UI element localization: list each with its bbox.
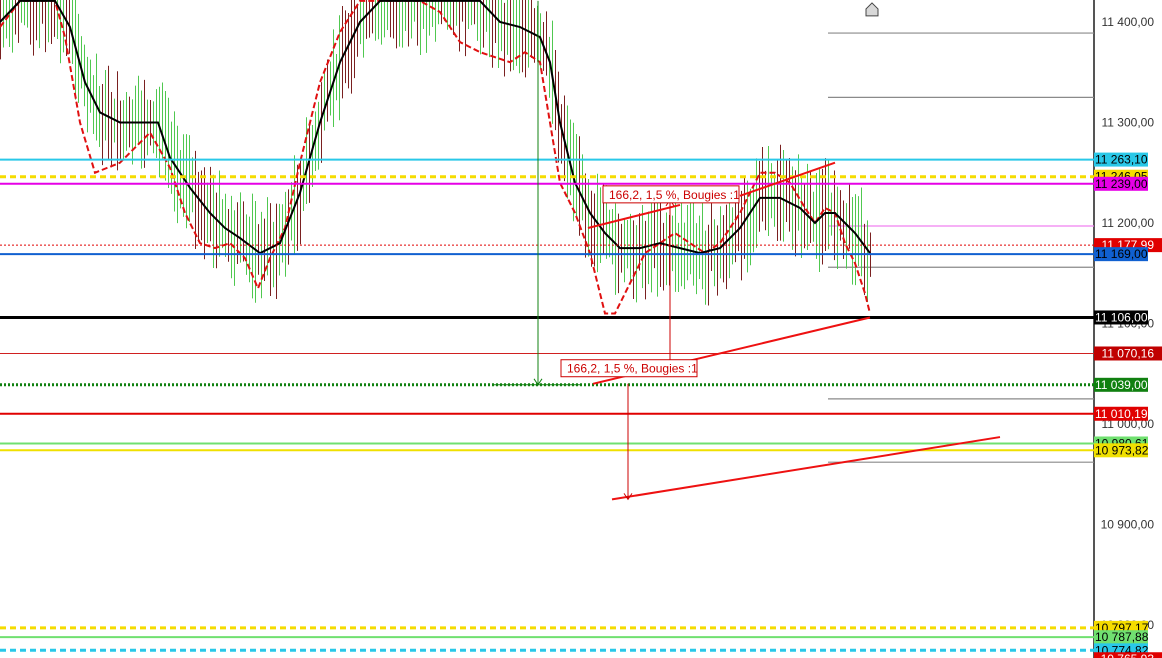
price-label: 11 169,00 bbox=[1095, 247, 1148, 261]
y-tick-label: 10 900,00 bbox=[1101, 518, 1155, 532]
chart-canvas[interactable]: 11 400,0011 300,0011 200,0011 100,0011 0… bbox=[0, 0, 1162, 658]
price-label: 10 787,88 bbox=[1095, 630, 1149, 644]
annotation-text: 166,2, 1,5 %, Bougies :1 bbox=[567, 362, 698, 376]
price-label: 11 070,16 bbox=[1102, 346, 1155, 360]
price-label: 11 039,00 bbox=[1095, 378, 1148, 392]
price-label: 10 765,93 bbox=[1101, 652, 1155, 658]
price-label: 10 973,82 bbox=[1095, 443, 1149, 457]
annotation-text: 166,2, 1,5 %, Bougies :1 bbox=[609, 188, 740, 202]
y-tick-label: 11 300,00 bbox=[1102, 116, 1155, 130]
y-tick-label: 11 400,00 bbox=[1102, 15, 1155, 29]
y-tick-label: 11 200,00 bbox=[1102, 216, 1155, 230]
price-label: 11 106,00 bbox=[1095, 310, 1148, 324]
price-label: 11 263,10 bbox=[1095, 153, 1148, 167]
price-label: 11 010,19 bbox=[1095, 407, 1148, 421]
price-label: 11 239,00 bbox=[1095, 177, 1148, 191]
